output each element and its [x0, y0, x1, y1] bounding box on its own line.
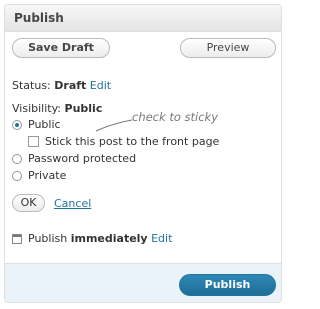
schedule-row: Publish immediately Edit	[12, 232, 172, 245]
public-label: Public	[28, 118, 61, 131]
annotation-arrow	[95, 119, 133, 132]
visibility-option-password[interactable]: Password protected	[12, 152, 136, 165]
preview-button[interactable]: Preview	[180, 38, 276, 58]
visibility-label: Visibility:	[12, 102, 62, 115]
publish-box: Publish Save Draft Preview Status: Draft…	[4, 4, 282, 303]
publish-footer: Publish	[5, 263, 281, 302]
status-row: Status: Draft Edit	[12, 79, 111, 92]
visibility-option-public[interactable]: Public	[12, 118, 61, 131]
sticky-option[interactable]: Stick this post to the front page	[28, 135, 219, 148]
publish-box-header: Publish	[5, 5, 281, 32]
ok-button[interactable]: OK	[12, 194, 45, 212]
public-radio[interactable]	[12, 120, 22, 130]
status-value: Draft	[54, 79, 87, 92]
calendar-icon	[12, 234, 22, 244]
publish-button[interactable]: Publish	[179, 274, 276, 296]
visibility-option-private[interactable]: Private	[12, 169, 66, 182]
visibility-row: Visibility: Public	[12, 102, 102, 115]
private-label: Private	[28, 169, 67, 182]
sticky-annotation: check to sticky	[132, 110, 219, 124]
sticky-label: Stick this post to the front page	[45, 135, 220, 148]
status-edit-link[interactable]: Edit	[90, 79, 111, 92]
sticky-checkbox[interactable]	[28, 136, 39, 147]
visibility-value: Public	[64, 102, 103, 115]
password-label: Password protected	[28, 152, 137, 165]
cancel-link[interactable]: Cancel	[54, 197, 91, 210]
schedule-value: immediately	[70, 232, 148, 245]
status-label: Status:	[12, 79, 51, 92]
private-radio[interactable]	[12, 171, 22, 181]
schedule-edit-link[interactable]: Edit	[151, 232, 172, 245]
schedule-label: Publish	[28, 232, 68, 245]
password-radio[interactable]	[12, 154, 22, 164]
save-draft-button[interactable]: Save Draft	[12, 38, 110, 58]
publish-box-title: Publish	[14, 11, 64, 25]
